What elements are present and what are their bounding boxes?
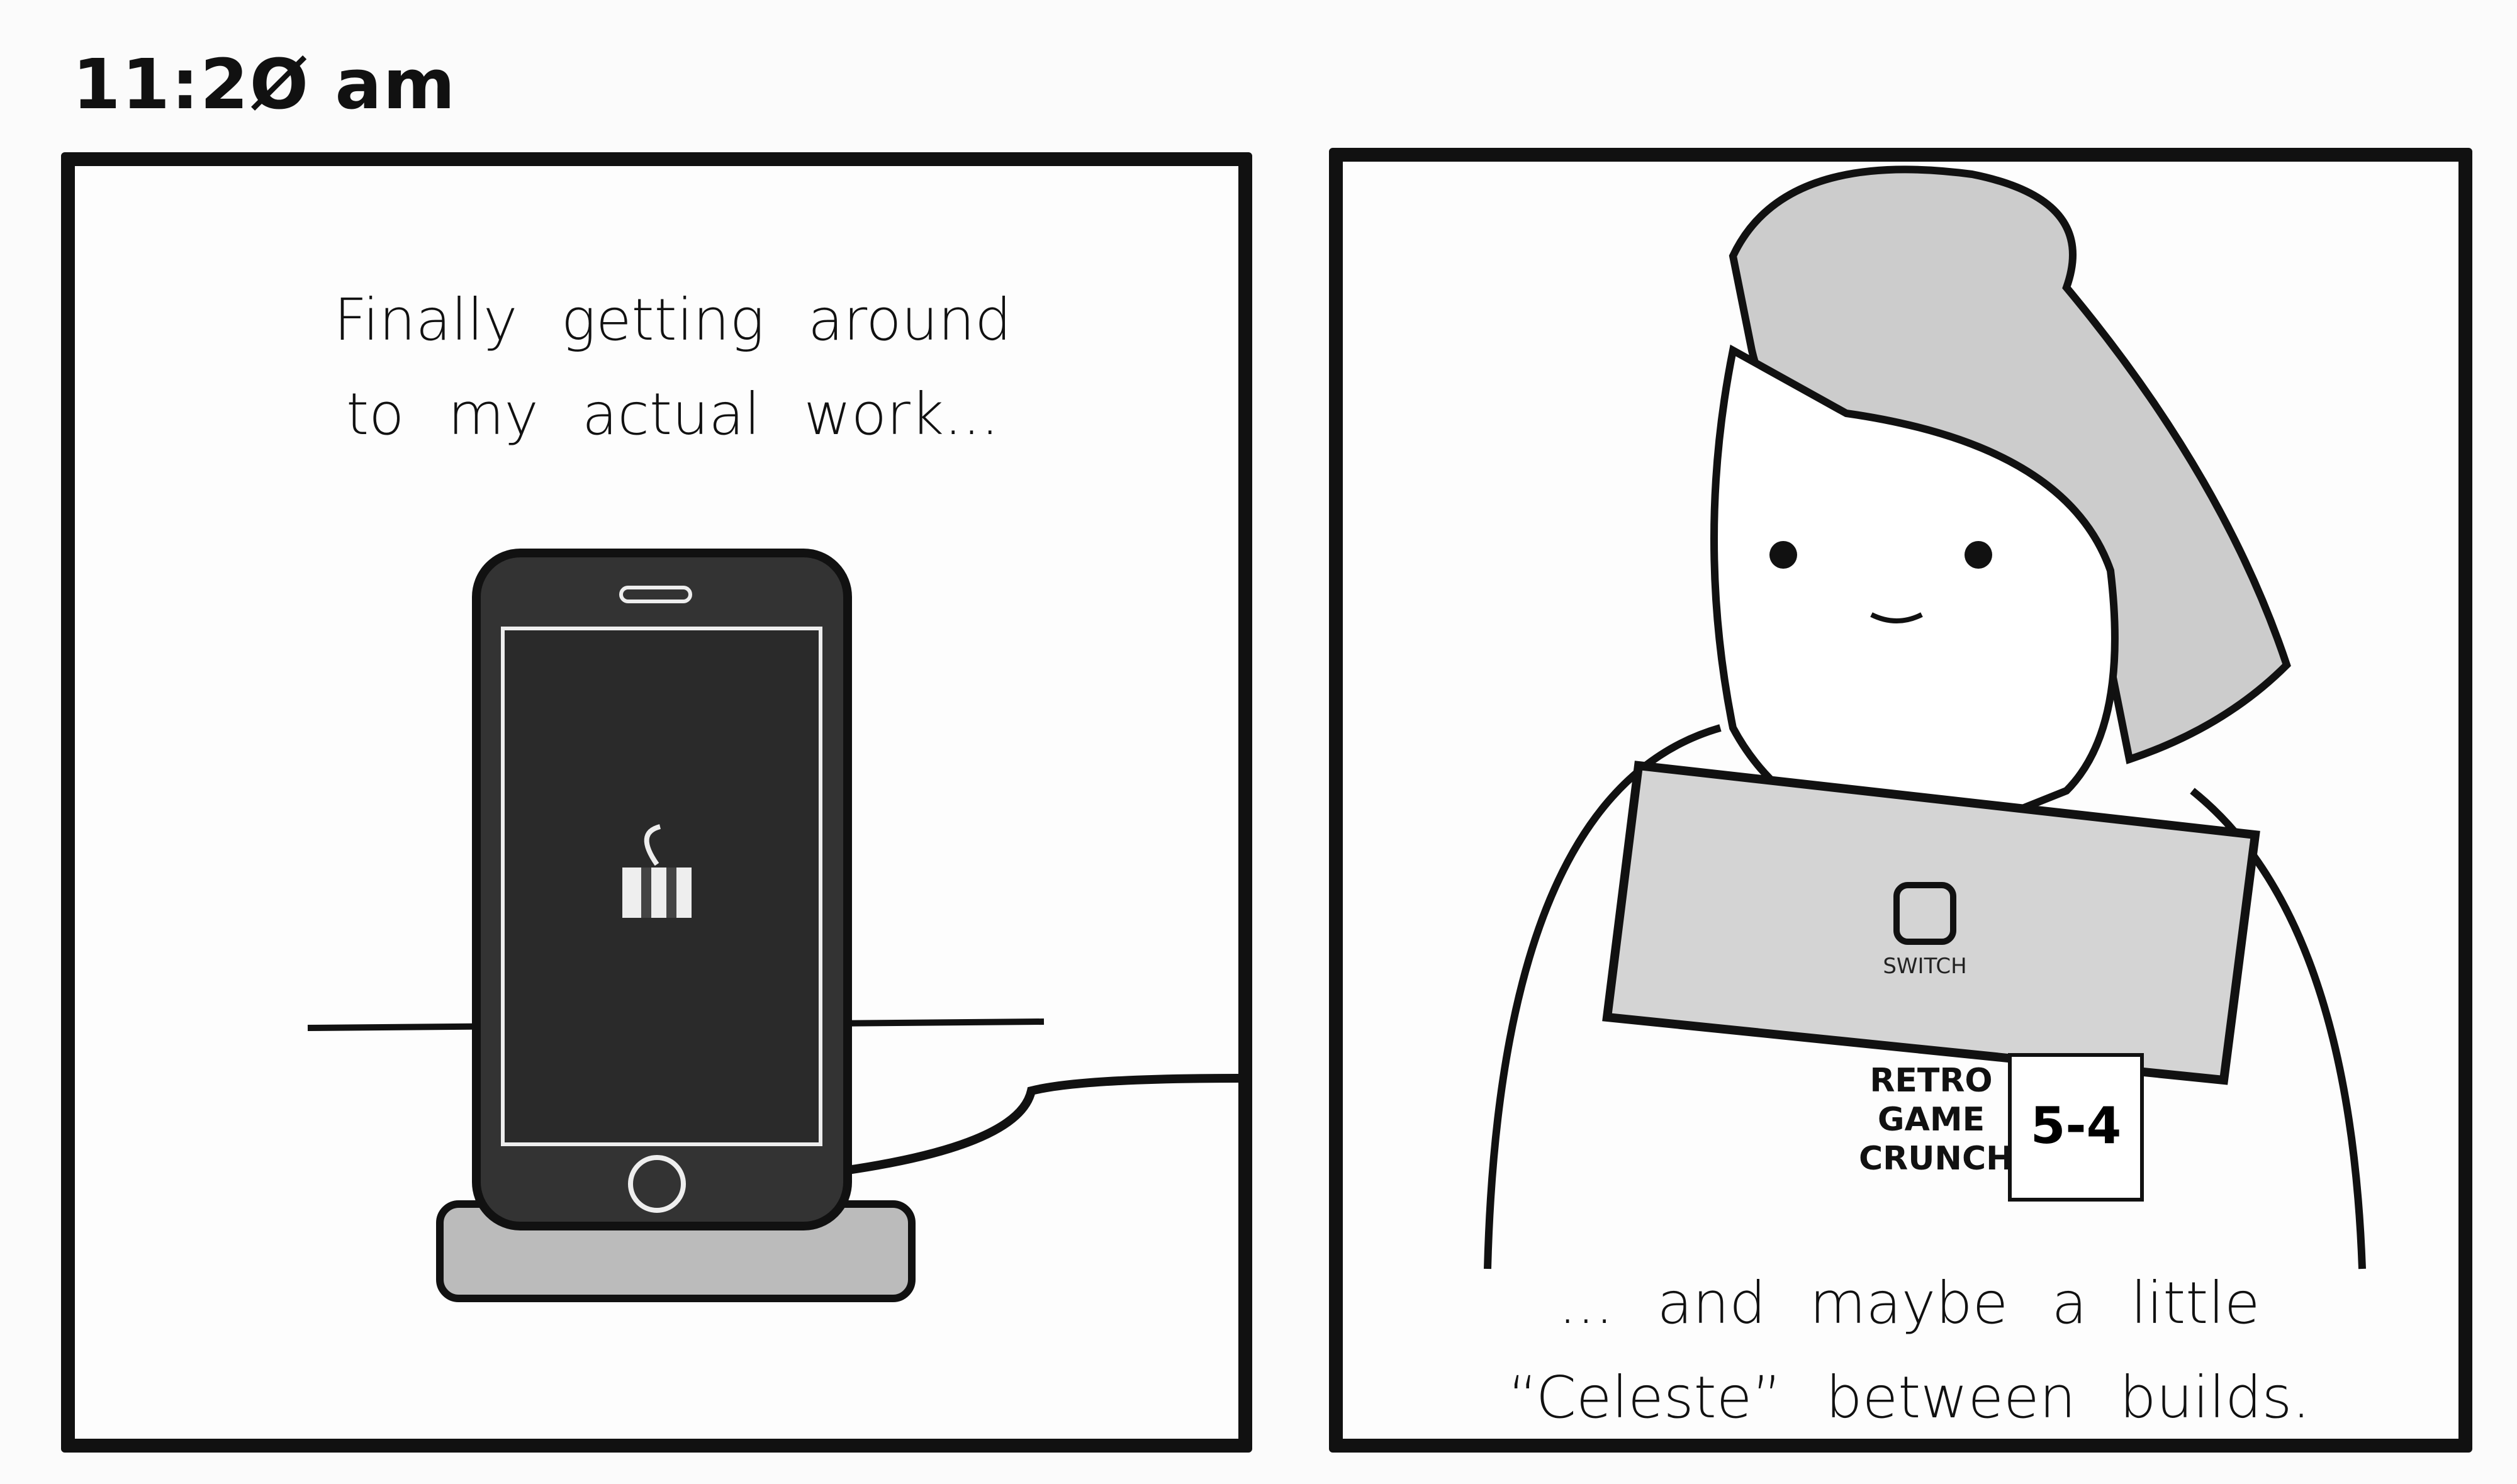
caption-line: ... and maybe a little [1558,1269,2260,1337]
shirt-text: RETRO GAME CRUNCH [1859,1061,2014,1178]
character-illustration: SWITCH 5-4 [1484,165,2366,1269]
caption-panel-2: ... and maybe a little “Celeste” between… [1406,1256,2413,1445]
comic-panel-2: SWITCH 5-4 RETRO GAME CRUNCH ... and may… [1329,148,2472,1453]
shirt-line: CRUNCH [1859,1140,2014,1178]
time-label: 11:2Ø am [72,44,457,125]
shirt-line: GAME [1877,1101,1985,1139]
console [1602,761,2260,1085]
caption-line: “Celeste” between builds. [1508,1364,2311,1431]
badge-text: 5-4 [2031,1096,2122,1155]
phone-illustration [307,549,1239,1302]
charging-cable [829,1074,1239,1177]
comic-panel-1: Finally getting around to my actual work… [61,152,1252,1453]
eye [1769,541,1797,569]
shirt-line: RETRO [1870,1062,1993,1100]
console-label: SWITCH [1883,954,1966,979]
eye [1965,541,1992,569]
